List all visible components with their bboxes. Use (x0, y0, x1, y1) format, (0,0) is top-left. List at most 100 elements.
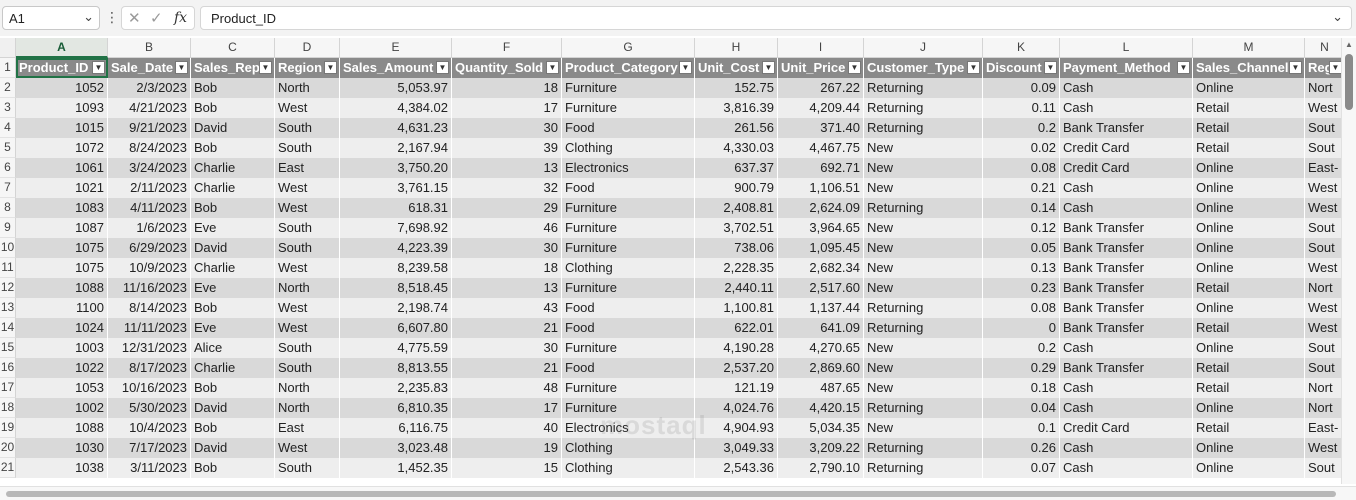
cell[interactable]: 0.29 (983, 358, 1060, 378)
cell[interactable]: Charlie (191, 158, 275, 178)
cell[interactable]: Furniture (562, 98, 695, 118)
column-letter-a[interactable]: A (16, 38, 108, 58)
cell[interactable]: 0.2 (983, 338, 1060, 358)
cell[interactable]: 8,239.58 (340, 258, 452, 278)
row-number[interactable]: 21 (0, 458, 16, 478)
cell[interactable]: 371.40 (778, 118, 864, 138)
cell[interactable]: 1083 (16, 198, 108, 218)
cell[interactable]: Eve (191, 218, 275, 238)
cell[interactable]: Retail (1193, 138, 1305, 158)
cell[interactable]: New (864, 218, 983, 238)
cell[interactable]: 1088 (16, 418, 108, 438)
cell[interactable]: 0.14 (983, 198, 1060, 218)
cell[interactable]: 0.18 (983, 378, 1060, 398)
cell[interactable]: New (864, 338, 983, 358)
cell[interactable]: 2,167.94 (340, 138, 452, 158)
cell[interactable]: Nort (1305, 378, 1345, 398)
cell[interactable]: 43 (452, 298, 562, 318)
cell[interactable]: 9/21/2023 (108, 118, 191, 138)
cell[interactable]: West (275, 298, 340, 318)
cell[interactable]: Retail (1193, 358, 1305, 378)
cell[interactable]: 4,024.76 (695, 398, 778, 418)
cell[interactable]: 8,518.45 (340, 278, 452, 298)
row-number[interactable]: 9 (0, 218, 16, 238)
cell[interactable]: Clothing (562, 438, 695, 458)
cell[interactable]: 1,106.51 (778, 178, 864, 198)
cell[interactable]: 4,631.23 (340, 118, 452, 138)
cell[interactable]: Food (562, 358, 695, 378)
column-letter-i[interactable]: I (778, 38, 864, 58)
cell[interactable]: Online (1193, 298, 1305, 318)
cell[interactable]: West (1305, 298, 1345, 318)
cell[interactable]: 5,034.35 (778, 418, 864, 438)
cell[interactable]: 2,408.81 (695, 198, 778, 218)
cell[interactable]: 39 (452, 138, 562, 158)
cell[interactable]: Retail (1193, 98, 1305, 118)
cell[interactable]: 0.23 (983, 278, 1060, 298)
cell[interactable]: New (864, 258, 983, 278)
cell[interactable]: 618.31 (340, 198, 452, 218)
cell[interactable]: Nort (1305, 398, 1345, 418)
cell[interactable]: 3,209.22 (778, 438, 864, 458)
cell[interactable]: Credit Card (1060, 418, 1193, 438)
cell[interactable]: Furniture (562, 338, 695, 358)
column-letter-d[interactable]: D (275, 38, 340, 58)
cell[interactable]: West (275, 198, 340, 218)
cell[interactable]: Sout (1305, 458, 1345, 478)
header-cell-h[interactable]: Unit_Cost ▼ (695, 58, 778, 78)
cell[interactable]: West (1305, 438, 1345, 458)
cell[interactable]: 4,384.02 (340, 98, 452, 118)
row-number[interactable]: 7 (0, 178, 16, 198)
cell[interactable]: 4,330.03 (695, 138, 778, 158)
cell[interactable]: 2/3/2023 (108, 78, 191, 98)
cell[interactable]: 19 (452, 438, 562, 458)
cell[interactable]: New (864, 278, 983, 298)
cell[interactable]: 3,761.15 (340, 178, 452, 198)
filter-dropdown-icon[interactable]: ▼ (848, 61, 861, 74)
row-number[interactable]: 20 (0, 438, 16, 458)
cell[interactable]: Retail (1193, 418, 1305, 438)
cell[interactable]: 0.12 (983, 218, 1060, 238)
cell[interactable]: David (191, 118, 275, 138)
cell[interactable]: 4,223.39 (340, 238, 452, 258)
cell[interactable]: 3,023.48 (340, 438, 452, 458)
header-cell-d[interactable]: Region ▼ (275, 58, 340, 78)
row-number[interactable]: 8 (0, 198, 16, 218)
cell[interactable]: Bob (191, 198, 275, 218)
cell[interactable]: Bank Transfer (1060, 258, 1193, 278)
cell[interactable]: 261.56 (695, 118, 778, 138)
cell[interactable]: 2,869.60 (778, 358, 864, 378)
expand-formula-icon[interactable]: ⌄ (1332, 9, 1343, 25)
cell[interactable]: West (275, 318, 340, 338)
cell[interactable]: 2,440.11 (695, 278, 778, 298)
column-letter-b[interactable]: B (108, 38, 191, 58)
cell[interactable]: 7,698.92 (340, 218, 452, 238)
cell[interactable]: 13 (452, 278, 562, 298)
cell[interactable]: Retail (1193, 118, 1305, 138)
cell[interactable]: 1,137.44 (778, 298, 864, 318)
cell[interactable]: 18 (452, 258, 562, 278)
cell[interactable]: South (275, 118, 340, 138)
cell[interactable]: Sout (1305, 218, 1345, 238)
column-letter-h[interactable]: H (695, 38, 778, 58)
vertical-scrollbar[interactable]: ▲ (1341, 38, 1356, 484)
scroll-up-icon[interactable]: ▲ (1345, 40, 1353, 49)
filter-dropdown-icon[interactable]: ▼ (436, 61, 449, 74)
cell[interactable]: Online (1193, 158, 1305, 178)
cell[interactable]: Credit Card (1060, 138, 1193, 158)
cell[interactable]: Alice (191, 338, 275, 358)
cell[interactable]: 1,095.45 (778, 238, 864, 258)
filter-dropdown-icon[interactable]: ▼ (92, 61, 105, 74)
cell[interactable]: 5,053.97 (340, 78, 452, 98)
cell[interactable]: 30 (452, 118, 562, 138)
header-cell-g[interactable]: Product_Category ▼ (562, 58, 695, 78)
cell[interactable]: 0.05 (983, 238, 1060, 258)
cell[interactable]: 692.71 (778, 158, 864, 178)
cell[interactable]: Bank Transfer (1060, 238, 1193, 258)
header-cell-f[interactable]: Quantity_Sold ▼ (452, 58, 562, 78)
cell[interactable]: 0.1 (983, 418, 1060, 438)
cell[interactable]: North (275, 378, 340, 398)
cell[interactable]: 2,235.83 (340, 378, 452, 398)
cell[interactable]: South (275, 218, 340, 238)
cell[interactable]: 1/6/2023 (108, 218, 191, 238)
